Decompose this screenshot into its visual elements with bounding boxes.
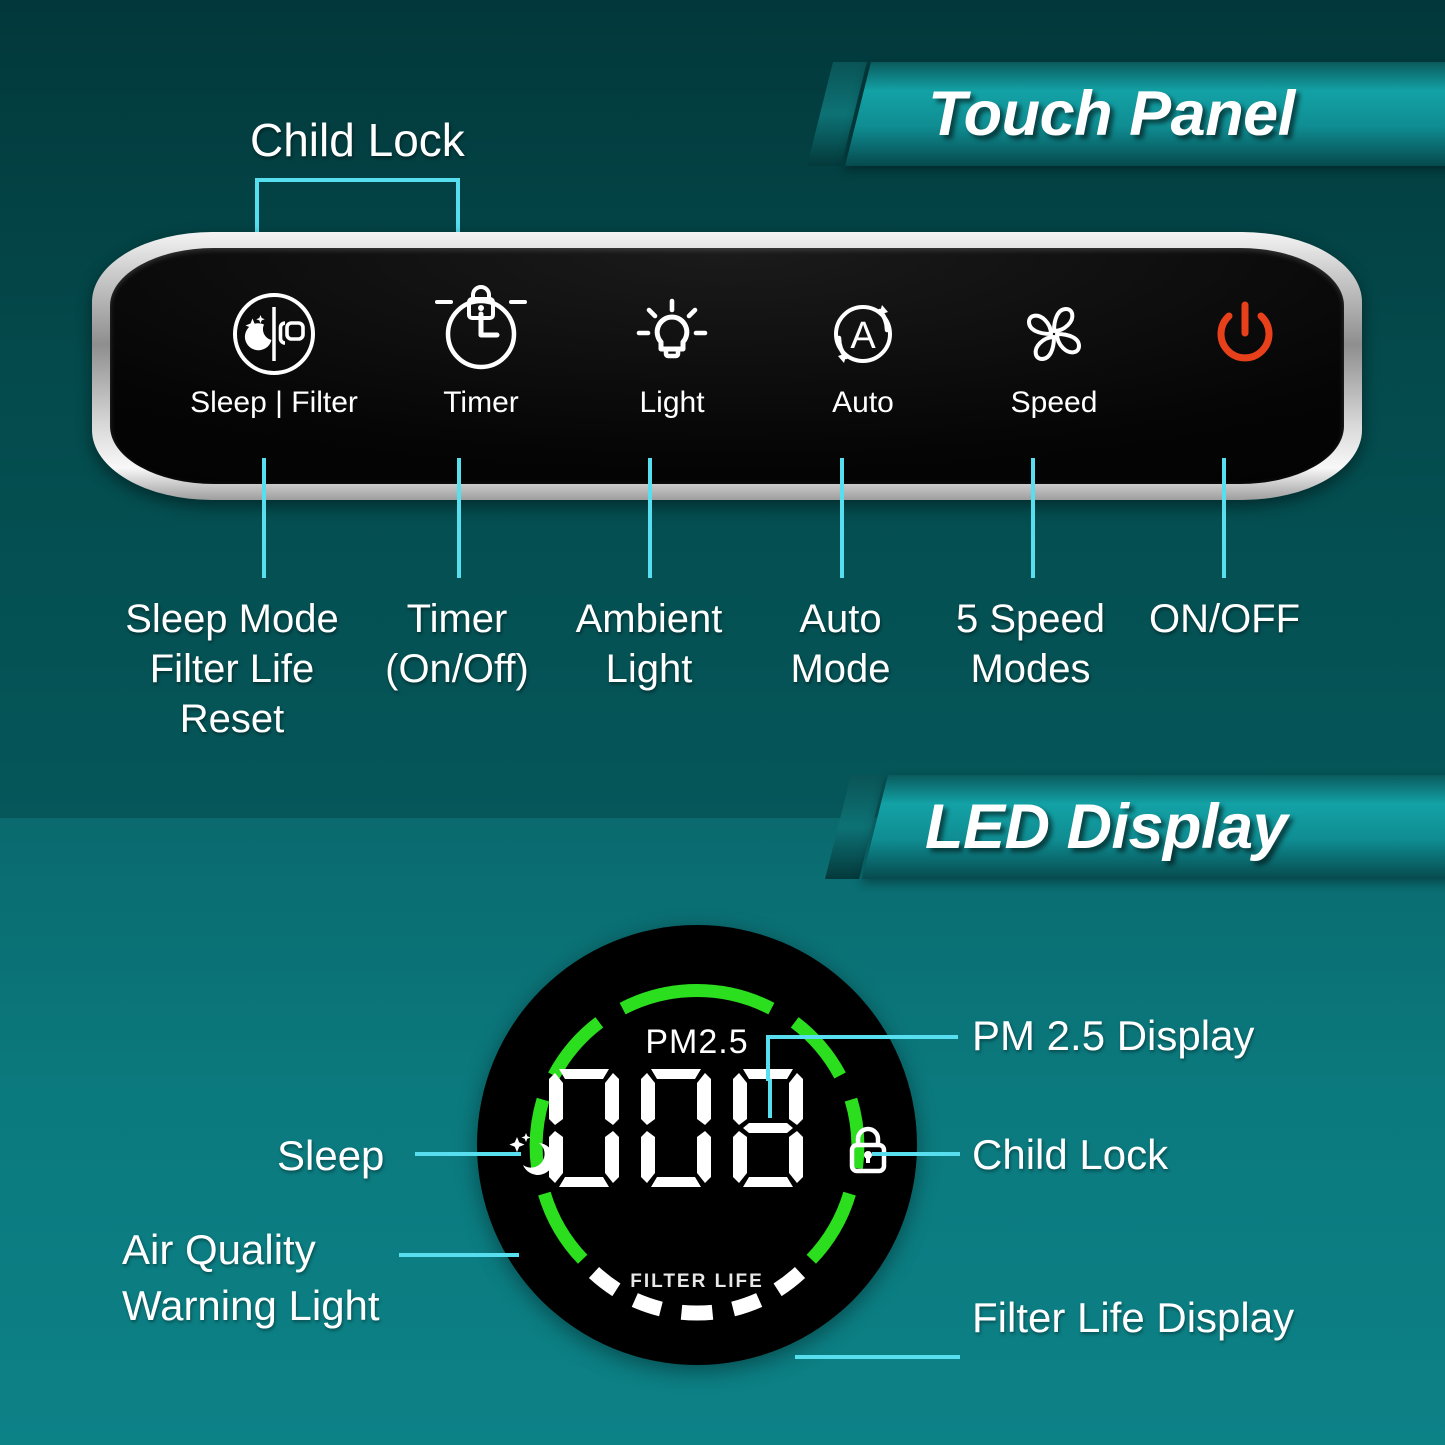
callout-sleep: Sleep [277, 1132, 385, 1179]
caption-timer-line1: Timer [406, 597, 508, 641]
fan-icon [1011, 288, 1097, 380]
leader-line-pm25 [768, 1035, 958, 1039]
leader-line-air-quality [399, 1253, 519, 1257]
caption-sleep-line3: Reset [179, 697, 285, 741]
leader-line-power [1222, 458, 1226, 578]
caption-auto: Auto Mode [758, 594, 923, 694]
lightbulb-icon [629, 288, 715, 380]
digit-2 [641, 1069, 711, 1187]
button-label-sleep-filter: Sleep | Filter [190, 386, 358, 419]
button-sleep-filter[interactable]: Sleep | Filter [189, 288, 359, 420]
led-display-banner: LED Display [862, 775, 1445, 879]
leader-line-child-lock [872, 1152, 960, 1156]
leader-line-pm25-vertical [768, 1079, 772, 1118]
sleep-filter-icon [231, 288, 317, 380]
callout-filter-life: Filter Life Display [972, 1294, 1295, 1341]
caption-power: ON/OFF [1132, 594, 1317, 644]
button-power[interactable] [1160, 288, 1330, 386]
button-timer[interactable]: Timer [396, 288, 566, 420]
caption-power-line1: ON/OFF [1148, 597, 1301, 641]
leader-line-timer [457, 458, 461, 578]
caption-auto-line1: Auto [799, 597, 882, 641]
callout-air-quality-line2: Warning Light [122, 1282, 380, 1329]
button-label-light: Light [639, 386, 705, 419]
button-auto[interactable]: A Auto [778, 288, 948, 420]
pm25-label: PM2.5 [645, 1023, 749, 1061]
callout-pm25: PM 2.5 Display [972, 1012, 1255, 1059]
caption-speed-line1: 5 Speed [955, 597, 1106, 641]
led-display-banner-text: LED Display [925, 792, 1288, 862]
led-display: PM2.5 FILTER LIFE [477, 925, 917, 1365]
infographic-canvas: Touch Panel Child Lock Sleep | Filter Ti… [0, 0, 1445, 1445]
callout-air-quality-line1: Air Quality [122, 1226, 316, 1273]
leader-line-speed [1031, 458, 1035, 578]
caption-light-line1: Ambient [575, 597, 723, 641]
caption-sleep-line1: Sleep Mode [125, 597, 339, 641]
leader-line-light [648, 458, 652, 578]
button-label-speed: Speed [1010, 386, 1098, 419]
caption-timer: Timer (On/Off) [357, 594, 557, 694]
callout-child-lock: Child Lock [972, 1131, 1169, 1178]
caption-sleep-line2: Filter Life [149, 647, 315, 691]
button-label-timer: Timer [443, 386, 519, 419]
button-label-auto: Auto [832, 386, 894, 419]
auto-a-icon: A [820, 288, 906, 380]
caption-auto-line2: Mode [790, 647, 891, 691]
leader-line-sleep [262, 458, 266, 578]
svg-text:A: A [850, 315, 876, 357]
leader-line-filter-life [795, 1355, 960, 1359]
caption-speed-line2: Modes [970, 647, 1091, 691]
touch-panel-surface: Sleep | Filter Timer Light A Auto Speed [110, 248, 1344, 484]
caption-sleep: Sleep Mode Filter Life Reset [97, 594, 367, 744]
touch-panel-banner: Touch Panel [845, 62, 1445, 166]
child-lock-title: Child Lock [250, 114, 465, 166]
caption-light-line2: Light [605, 647, 693, 691]
power-icon [1202, 288, 1288, 380]
touch-panel-banner-text: Touch Panel [928, 79, 1295, 149]
caption-timer-line2: (On/Off) [385, 647, 529, 691]
filter-life-label: FILTER LIFE [630, 1271, 764, 1292]
caption-light: Ambient Light [558, 594, 740, 694]
seven-segment-digits [549, 1069, 803, 1187]
caption-speed: 5 Speed Modes [928, 594, 1133, 694]
clock-icon [438, 288, 524, 380]
leader-line-sleep-led [415, 1152, 521, 1156]
leader-line-auto [840, 458, 844, 578]
callout-air-quality: Air Quality Warning Light [122, 1222, 380, 1334]
padlock-icon [849, 1126, 887, 1174]
button-light[interactable]: Light [587, 288, 757, 420]
touch-panel-bezel: Sleep | Filter Timer Light A Auto Speed [92, 232, 1362, 500]
leader-line-pm25-elbow [766, 1035, 770, 1081]
digit-1 [549, 1069, 619, 1187]
button-speed[interactable]: Speed [969, 288, 1139, 420]
